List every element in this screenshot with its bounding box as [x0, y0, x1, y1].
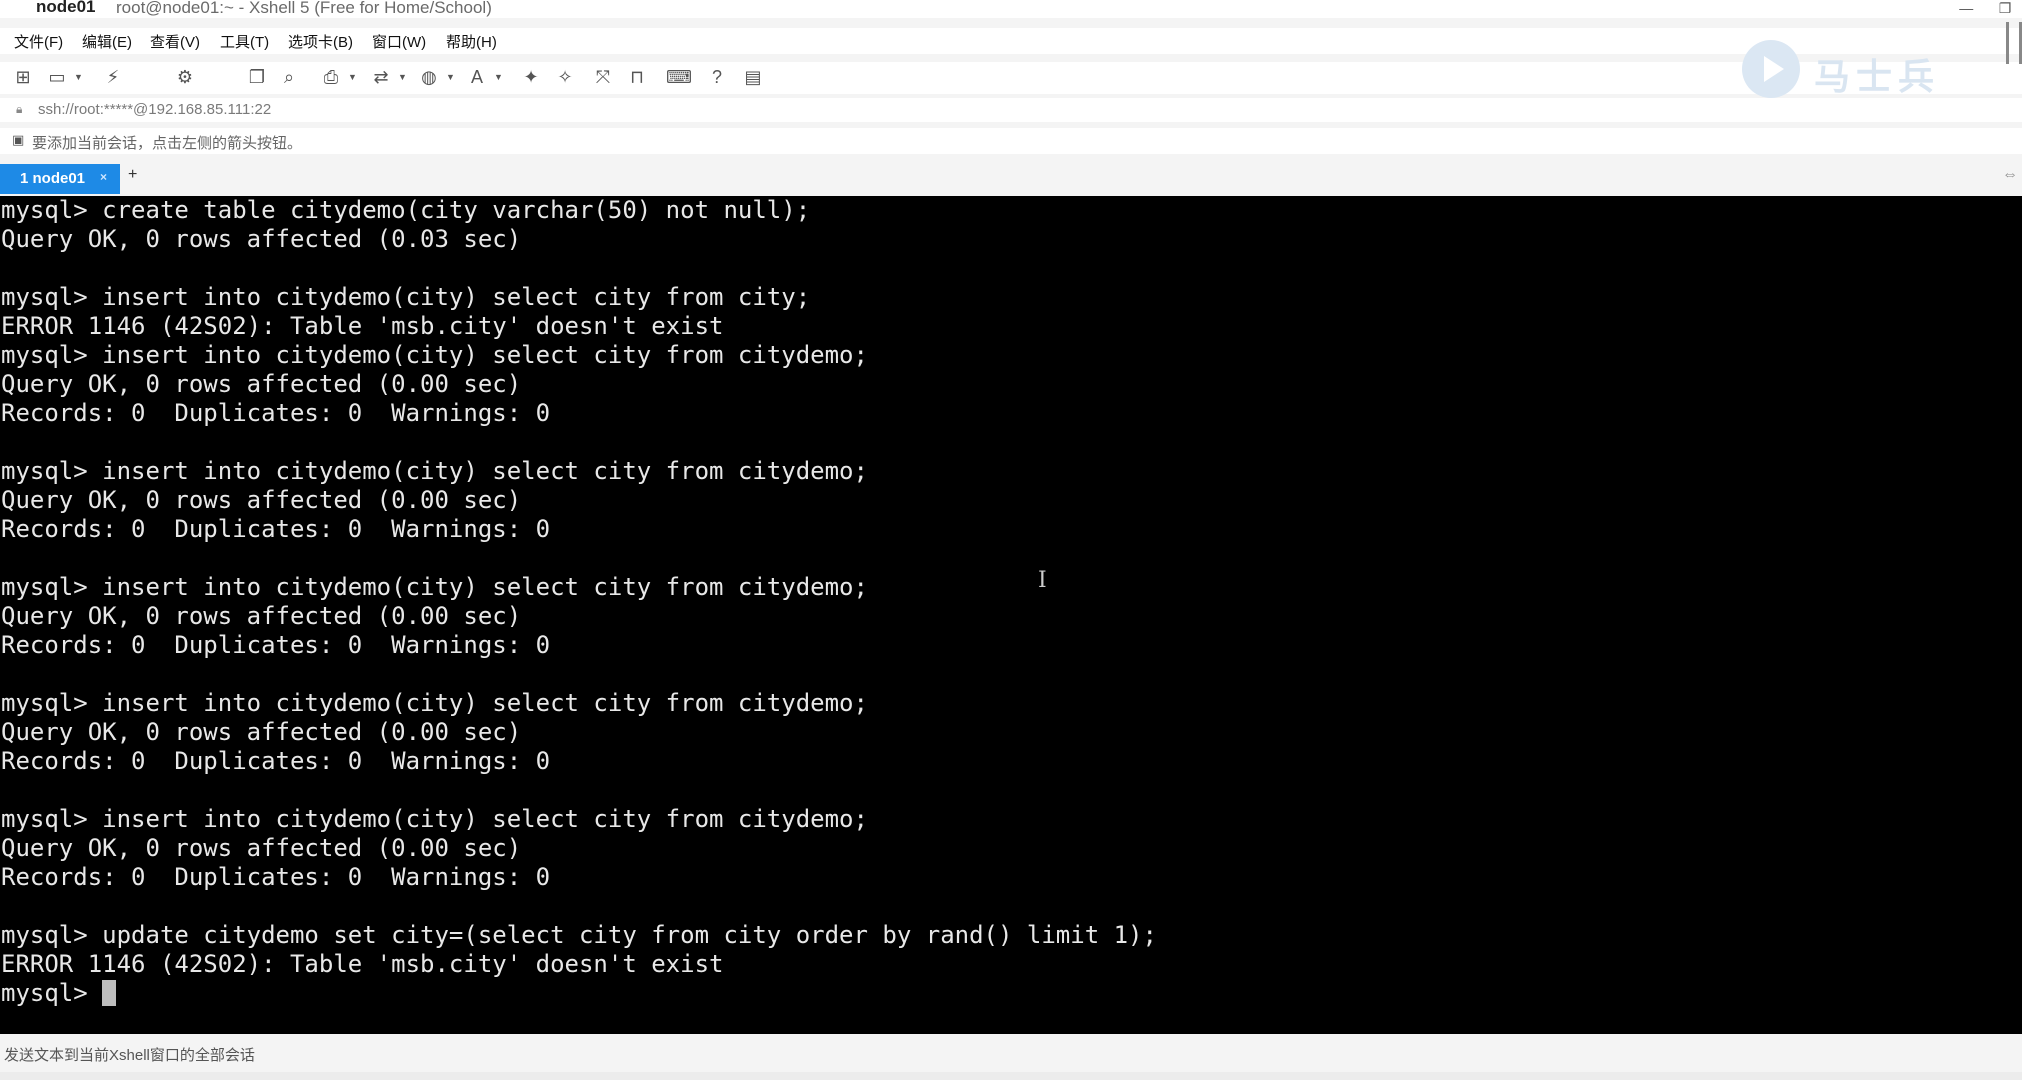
terminal-line: Query OK, 0 rows affected (0.00 sec)	[1, 718, 522, 746]
keyboard-icon[interactable]: ⌨	[666, 66, 692, 88]
tab-node01[interactable]: 1 node01 ×	[0, 164, 120, 194]
side-panel-handle[interactable]	[2006, 22, 2022, 64]
terminal[interactable]: mysql> create table citydemo(city varcha…	[0, 196, 2022, 1034]
menu-help[interactable]: 帮助(H)	[446, 31, 497, 52]
terminal-line: Records: 0 Duplicates: 0 Warnings: 0	[1, 747, 551, 775]
connection-status-bar	[0, 1072, 2022, 1080]
open-dropdown-icon[interactable]: ▼	[74, 72, 83, 82]
menu-bar: 文件(F) 编辑(E) 查看(V) 工具(T) 选项卡(B) 窗口(W) 帮助(…	[0, 28, 2022, 54]
open-folder-icon[interactable]: ▭	[46, 66, 68, 88]
watermark-logo: 马士兵	[1742, 36, 1962, 98]
transfer-icon[interactable]: ⇄	[370, 66, 392, 88]
add-tab-icon[interactable]: +	[128, 166, 137, 184]
arrow-session-icon[interactable]: ▣	[12, 132, 24, 148]
title-bar: node01 root@node01:~ - Xshell 5 (Free fo…	[0, 0, 2022, 18]
window-title: node01	[36, 0, 96, 16]
terminal-line: ERROR 1146 (42S02): Table 'msb.city' doe…	[1, 312, 724, 340]
terminal-line: Query OK, 0 rows affected (0.03 sec)	[1, 225, 522, 253]
play-logo-icon	[1742, 40, 1800, 98]
terminal-line: mysql> create table citydemo(city varcha…	[1, 196, 811, 224]
globe-icon[interactable]: ◍	[418, 66, 440, 88]
terminal-line: mysql> insert into citydemo(city) select…	[1, 573, 868, 601]
terminal-prompt: mysql>	[1, 979, 103, 1007]
fullscreen-icon[interactable]: ⤧	[592, 66, 614, 88]
terminal-line: Records: 0 Duplicates: 0 Warnings: 0	[1, 631, 551, 659]
terminal-line: Query OK, 0 rows affected (0.00 sec)	[1, 370, 522, 398]
tab-scroll-icon[interactable]: ⇔	[2002, 166, 2018, 184]
menu-view[interactable]: 查看(V)	[150, 31, 200, 52]
maximize-button[interactable]: ❐	[1988, 0, 2022, 17]
print-dropdown-icon[interactable]: ▼	[348, 72, 357, 82]
terminal-line: ERROR 1146 (42S02): Table 'msb.city' doe…	[1, 950, 724, 978]
text-cursor	[102, 980, 117, 1006]
logo-text: 马士兵	[1814, 56, 1941, 97]
hint-text: 要添加当前会话，点击左侧的箭头按钮。	[32, 135, 303, 152]
copy-icon[interactable]: ❐	[246, 66, 268, 88]
terminal-line: mysql> update citydemo set city=(select …	[1, 921, 1157, 949]
menu-window[interactable]: 窗口(W)	[372, 31, 426, 52]
window-controls: — ❐	[1949, 0, 2022, 18]
terminal-prompt-line[interactable]: mysql>	[0, 979, 2022, 1008]
address-lock-icon: 🔒︎	[16, 102, 23, 116]
tab-bar: 1 node01 × + ⇔	[0, 162, 2022, 194]
lock-icon[interactable]: ⊓	[626, 66, 648, 88]
terminal-line: Records: 0 Duplicates: 0 Warnings: 0	[1, 863, 551, 891]
xagent-icon[interactable]: ✧	[554, 66, 576, 88]
menu-edit[interactable]: 编辑(E)	[82, 31, 132, 52]
globe-dropdown-icon[interactable]: ▼	[446, 72, 455, 82]
ibeam-cursor-icon: I	[1038, 568, 1047, 593]
terminal-line: mysql> insert into citydemo(city) select…	[1, 805, 868, 833]
terminal-output: mysql> create table citydemo(city varcha…	[0, 196, 2022, 979]
terminal-line: Query OK, 0 rows affected (0.00 sec)	[1, 602, 522, 630]
hint-bar: ▣ 要添加当前会话，点击左侧的箭头按钮。	[0, 128, 2022, 154]
address-bar[interactable]: 🔒︎ ssh://root:*****@192.168.85.111:22	[0, 98, 2022, 122]
transfer-dropdown-icon[interactable]: ▼	[398, 72, 407, 82]
status-bar: 发送文本到当前Xshell窗口的全部会话	[0, 1040, 2022, 1070]
terminal-line: Query OK, 0 rows affected (0.00 sec)	[1, 834, 522, 862]
help-icon[interactable]: ?	[706, 66, 728, 88]
properties-icon[interactable]: ⚙	[174, 66, 196, 88]
disconnect-icon[interactable]: ⚡	[102, 66, 124, 88]
terminal-line: mysql> insert into citydemo(city) select…	[1, 283, 811, 311]
terminal-line: mysql> insert into citydemo(city) select…	[1, 341, 868, 369]
xftp-icon[interactable]: ✦	[520, 66, 542, 88]
chat-icon[interactable]: ▤	[742, 66, 764, 88]
tab-label: 1 node01	[20, 170, 86, 187]
terminal-line: Records: 0 Duplicates: 0 Warnings: 0	[1, 399, 551, 427]
terminal-line: Query OK, 0 rows affected (0.00 sec)	[1, 486, 522, 514]
window-subtitle: root@node01:~ - Xshell 5 (Free for Home/…	[116, 0, 492, 17]
minimize-button[interactable]: —	[1949, 0, 1983, 16]
toolbar: ⊞ ▭ ▼ ⚡ ⚙ ❐ ⌕ ⎙ ▼ ⇄ ▼ ◍ ▼ A ▼ ✦ ✧ ⤧ ⊓ ⌨ …	[0, 62, 2022, 94]
new-session-icon[interactable]: ⊞	[12, 66, 34, 88]
find-icon[interactable]: ⌕	[278, 66, 300, 88]
address-text: ssh://root:*****@192.168.85.111:22	[38, 101, 272, 118]
font-dropdown-icon[interactable]: ▼	[494, 72, 503, 82]
terminal-line: mysql> insert into citydemo(city) select…	[1, 457, 868, 485]
menu-tabs[interactable]: 选项卡(B)	[288, 31, 353, 52]
print-icon[interactable]: ⎙	[320, 66, 342, 88]
menu-tools[interactable]: 工具(T)	[220, 31, 269, 52]
terminal-line: Records: 0 Duplicates: 0 Warnings: 0	[1, 515, 551, 543]
terminal-line: mysql> insert into citydemo(city) select…	[1, 689, 868, 717]
menu-file[interactable]: 文件(F)	[14, 31, 63, 52]
status-text: 发送文本到当前Xshell窗口的全部会话	[4, 1047, 255, 1064]
tab-close-icon[interactable]: ×	[100, 170, 107, 184]
font-icon[interactable]: A	[466, 66, 488, 88]
